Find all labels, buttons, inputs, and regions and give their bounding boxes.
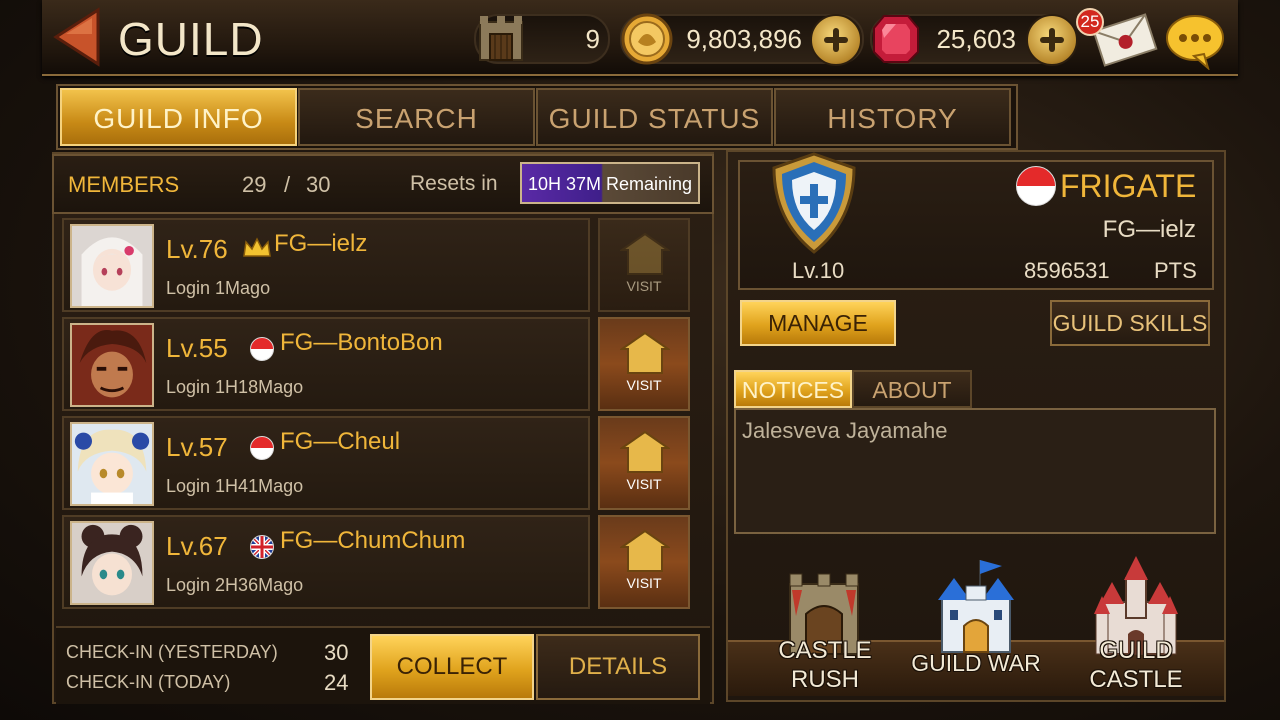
guild-castle-label-line1: GUILD <box>1099 637 1173 664</box>
add-gems-button[interactable] <box>1026 14 1078 66</box>
guild-war-label[interactable]: GUILD WAR <box>906 650 1046 677</box>
member-name: FG—ChumChum <box>280 527 466 554</box>
visit-label: VISIT <box>626 278 662 294</box>
member-row[interactable]: Lv.67 FG—ChumChum Login 2H36Mago <box>62 515 590 609</box>
avatar <box>70 224 154 308</box>
member-login: Login 1Mago <box>166 278 271 298</box>
guild-name: FRIGATE <box>1060 168 1197 204</box>
guild-points: 8596531 <box>1024 258 1110 283</box>
visit-button[interactable]: VISIT <box>598 515 690 609</box>
checkin-today-label: CHECK-IN (TODAY) <box>66 672 231 692</box>
guild-war-castle-icon[interactable] <box>930 556 1022 656</box>
house-icon <box>620 529 670 572</box>
avatar <box>70 422 154 506</box>
page-title: GUILD <box>118 13 264 65</box>
member-login: Login 1H41Mago <box>166 476 304 496</box>
member-row[interactable]: Lv.76 FG—ielz Login 1Mago <box>62 218 590 312</box>
collect-button[interactable]: COLLECT <box>370 634 534 700</box>
tab-search[interactable]: SEARCH <box>298 88 535 146</box>
checkin-today-value: 24 <box>324 670 349 695</box>
reset-timer-value: 10H 37M <box>528 174 602 194</box>
guild-points-unit: PTS <box>1154 258 1197 283</box>
tab-guild-status[interactable]: GUILD STATUS <box>536 88 773 146</box>
crown-icon <box>243 237 271 257</box>
members-separator: / <box>284 172 291 197</box>
visit-button[interactable]: VISIT <box>598 218 690 312</box>
tab-notices[interactable]: NOTICES <box>734 370 852 408</box>
house-icon <box>620 331 670 374</box>
indonesia-flag-icon <box>250 436 274 460</box>
visit-button[interactable]: VISIT <box>598 416 690 510</box>
members-label: MEMBERS <box>68 172 180 197</box>
details-button[interactable]: DETAILS <box>536 634 700 700</box>
visit-label: VISIT <box>626 377 662 393</box>
indonesia-flag-icon <box>1016 166 1056 206</box>
castle-rush-label-line1: CASTLE <box>778 637 872 664</box>
guild-level: Lv.10 <box>792 258 845 283</box>
castle-rush-label[interactable]: CASTLE RUSH <box>770 636 880 694</box>
guild-castle-label-line2: CASTLE <box>1089 666 1183 693</box>
checkin-yesterday-value: 30 <box>324 640 349 665</box>
tab-history[interactable]: HISTORY <box>774 88 1011 146</box>
avatar <box>70 323 154 407</box>
guild-skills-button[interactable]: GUILD SKILLS <box>1050 300 1210 346</box>
tab-about[interactable]: ABOUT <box>852 370 972 408</box>
visit-label: VISIT <box>626 575 662 591</box>
resets-label: Resets in <box>410 172 498 195</box>
member-name: FG—BontoBon <box>280 329 443 356</box>
house-icon <box>620 232 670 275</box>
tab-guild-info[interactable]: GUILD INFO <box>60 88 297 146</box>
visit-button[interactable]: VISIT <box>598 317 690 411</box>
member-level: Lv.76 <box>166 234 228 264</box>
ruby-gem-icon <box>873 15 919 63</box>
add-gold-button[interactable] <box>810 14 862 66</box>
notice-text: Jalesveva Jayamahe <box>742 418 948 443</box>
mail-count-badge: 25 <box>1076 8 1104 36</box>
chat-bubble-icon[interactable] <box>1164 12 1226 70</box>
reset-timer-suffix: Remaining <box>606 174 693 194</box>
house-icon <box>620 430 670 473</box>
gems-value: 25,603 <box>936 24 1016 54</box>
member-name: FG—ielz <box>274 230 368 257</box>
indonesia-flag-icon <box>250 337 274 361</box>
member-login: Login 1H18Mago <box>166 377 304 397</box>
member-level: Lv.57 <box>166 432 228 462</box>
avatar <box>70 521 154 605</box>
members-count: 29 <box>242 172 267 197</box>
gold-coin-icon <box>621 13 673 65</box>
guild-castle-label[interactable]: GUILD CASTLE <box>1080 636 1192 694</box>
member-level: Lv.55 <box>166 333 228 363</box>
member-row[interactable]: Lv.57 FG—Cheul Login 1H41Mago <box>62 416 590 510</box>
guild-shield-icon <box>772 152 856 254</box>
gold-value: 9,803,896 <box>686 24 802 54</box>
member-name: FG—Cheul <box>280 428 401 455</box>
member-row[interactable]: Lv.55 FG—BontoBon Login 1H18Mago <box>62 317 590 411</box>
member-login: Login 2H36Mago <box>166 575 304 595</box>
member-level: Lv.67 <box>166 531 228 561</box>
visit-label: VISIT <box>626 476 662 492</box>
guild-leader: FG—ielz <box>1102 216 1196 243</box>
members-max: 30 <box>306 172 331 197</box>
castle-count-value: 9 <box>585 24 600 54</box>
checkin-yesterday-label: CHECK-IN (YESTERDAY) <box>66 642 278 662</box>
uk-flag-icon <box>250 535 274 559</box>
castle-rush-label-line2: RUSH <box>790 666 859 693</box>
castle-gate-icon <box>479 16 523 61</box>
manage-button[interactable]: MANAGE <box>740 300 896 346</box>
back-arrow-icon[interactable] <box>52 6 100 68</box>
